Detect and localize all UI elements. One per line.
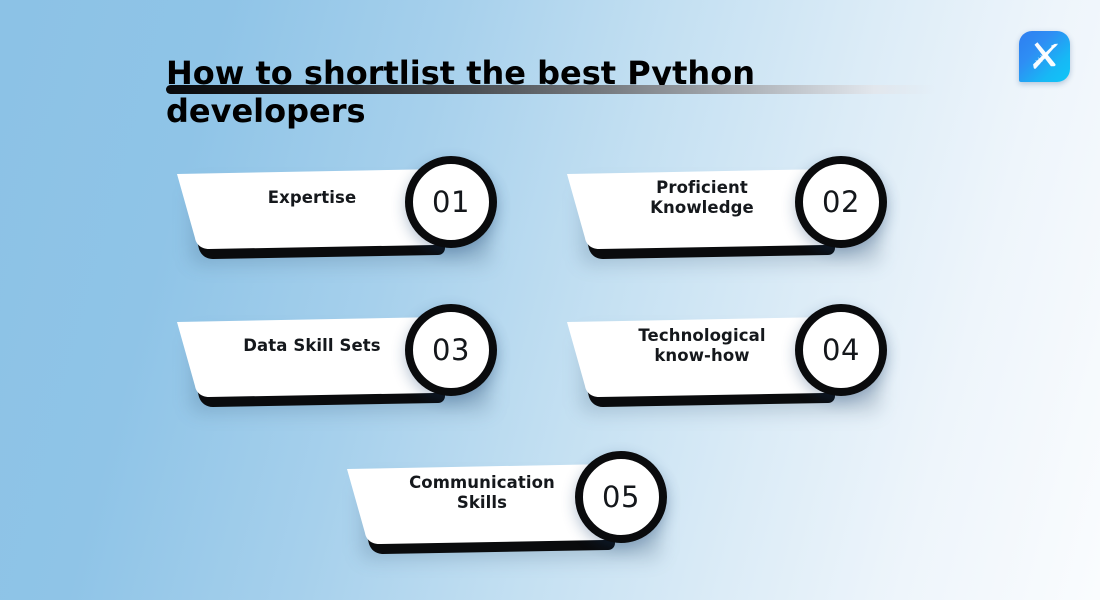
card-label-line: Technological: [638, 326, 766, 345]
header: How to shortlist the best Python develop…: [166, 33, 956, 130]
card-label-line: Communication: [409, 473, 555, 492]
x-swoosh-icon: [1033, 42, 1058, 69]
card-label: Expertise: [201, 152, 423, 244]
list-item[interactable]: Communication Skills 05: [343, 447, 675, 565]
list-item[interactable]: Technological know-how 04: [563, 300, 895, 418]
card-label: Technological know-how: [591, 300, 813, 392]
card-label-line: Data Skill Sets: [243, 336, 381, 355]
infographic-canvas: How to shortlist the best Python develop…: [0, 0, 1100, 600]
card-number-badge: 03: [405, 304, 497, 396]
card-number-badge: 05: [575, 451, 667, 543]
card-label-text: Communication Skills: [409, 473, 555, 513]
card-label-text: Technological know-how: [638, 326, 765, 366]
card-label-line: Skills: [456, 493, 508, 512]
list-item[interactable]: Expertise 01: [173, 152, 505, 270]
card-number-badge: 01: [405, 156, 497, 248]
card-label: Proficient Knowledge: [591, 152, 813, 244]
card-label-line: Expertise: [267, 188, 357, 207]
brand-logo[interactable]: [1019, 31, 1070, 82]
card-label: Data Skill Sets: [201, 300, 423, 392]
card-label-line: Proficient: [656, 178, 748, 197]
card-number-badge: 04: [795, 304, 887, 396]
title-underline-bar: [166, 85, 936, 94]
list-item[interactable]: Proficient Knowledge 02: [563, 152, 895, 270]
card-label-text: Proficient Knowledge: [650, 178, 754, 218]
list-item[interactable]: Data Skill Sets 03: [173, 300, 505, 418]
card-label-line: know-how: [654, 346, 750, 365]
card-label-line: Knowledge: [650, 198, 754, 217]
card-number-badge: 02: [795, 156, 887, 248]
card-label: Communication Skills: [371, 447, 593, 539]
